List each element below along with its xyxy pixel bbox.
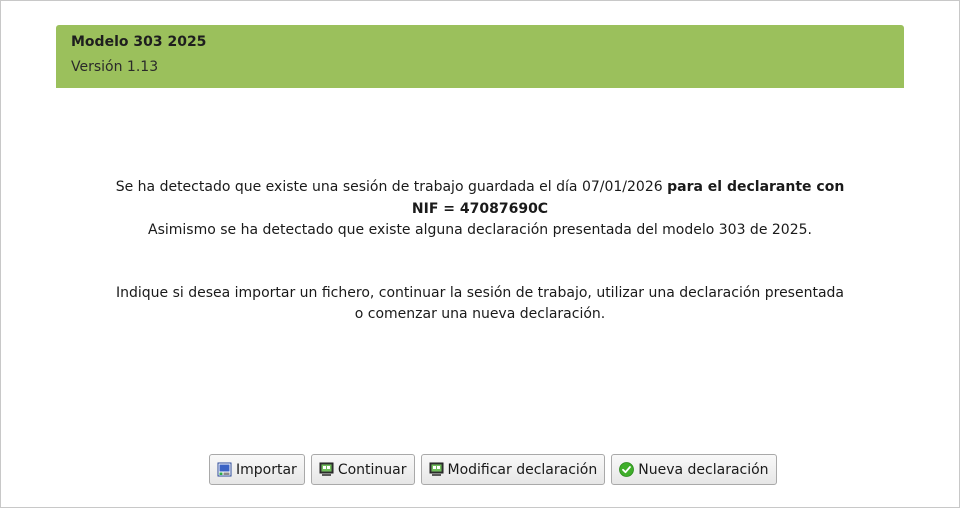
nueva-button-label: Nueva declaración — [638, 461, 769, 478]
continuar-button[interactable]: Continuar — [310, 454, 415, 485]
page-title: Modelo 303 2025 — [71, 34, 207, 50]
importar-button[interactable]: Importar — [209, 454, 305, 485]
continuar-button-label: Continuar — [337, 461, 407, 478]
action-buttons: Importar Continuar Modificar declaración… — [209, 454, 777, 485]
session-message-text: Se ha detectado que existe una sesión de… — [115, 179, 668, 195]
version-label: Versión 1.13 — [71, 59, 159, 75]
importar-button-label: Importar — [236, 461, 297, 478]
modificar-declaracion-button[interactable]: Modificar declaración — [420, 454, 606, 485]
modificar-button-label: Modificar declaración — [447, 461, 598, 478]
import-file-icon — [217, 462, 232, 477]
monitor-icon — [319, 462, 334, 476]
monitor-icon — [429, 462, 443, 476]
green-check-icon — [619, 462, 635, 477]
instruction-message: Indique si desea importar un fichero, co… — [115, 285, 844, 322]
nueva-declaracion-button[interactable]: Nueva declaración — [611, 454, 777, 485]
presented-declaration-text: Asimismo se ha detectado que existe algu… — [148, 222, 812, 238]
form-header: Modelo 303 2025 Versión 1.13 — [56, 25, 904, 88]
session-message: Se ha detectado que existe una sesión de… — [110, 177, 850, 242]
